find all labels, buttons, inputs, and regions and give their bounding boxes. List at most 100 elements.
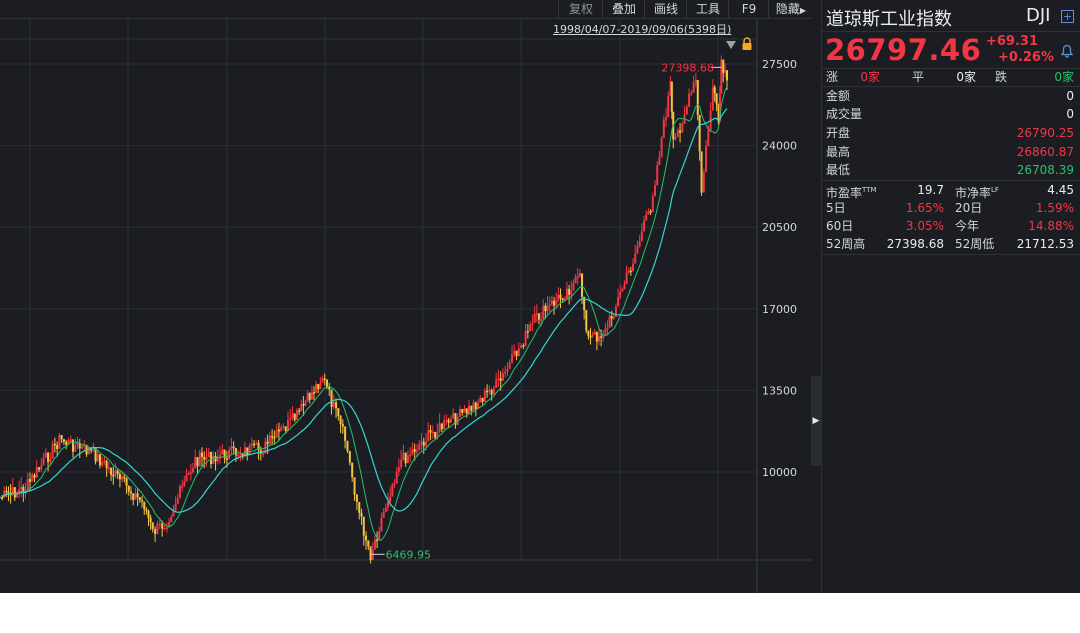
candle-body [576,276,579,278]
overlay-button[interactable]: 叠加 [602,0,645,18]
candle-body [449,418,452,423]
candle-body [114,470,117,476]
candle-body [555,300,558,306]
candle-body [499,378,502,381]
candle-body [151,522,154,529]
candle-body [332,402,335,407]
candle-body [280,427,283,432]
y-tick-label: 13500 [762,384,797,397]
candle-body [391,484,394,497]
candle-body [574,276,577,284]
candle-body [640,231,643,242]
candle-body [600,336,603,338]
week52-row: 52周高 27398.68 52周低 21712.53 [822,235,1080,253]
lock-icon[interactable] [741,37,753,51]
chart-canvas[interactable]: 27500 24000 20500 17000 13500 10000 27398.68 64… [0,19,812,593]
candle-body [337,408,340,417]
decline-label: 跌 [995,70,1008,84]
candle-body [319,382,322,390]
range-dropdown-icon[interactable] [726,41,736,49]
w52h-label: 52周高 [826,237,866,251]
candle-body [632,263,635,272]
candle-body [724,70,727,73]
candle-body [418,444,421,451]
draw-line-button[interactable]: 画线 [644,0,687,18]
candle-body [589,335,592,338]
candle-body [344,426,347,441]
candle-body [56,445,59,450]
candle-body [134,493,137,500]
candle-body [127,485,130,492]
date-range-label[interactable]: 1998/04/07-2019/09/06(5398日) [553,21,731,37]
candle-body [250,443,253,446]
decline-value: 0家 [1054,70,1074,84]
candle-body [326,379,329,388]
hide-button[interactable]: 隐藏▶ [768,0,813,18]
candle-body [542,305,545,320]
candle-body [339,416,342,425]
add-watchlist-icon[interactable]: + [1061,10,1074,23]
candle-body [674,136,677,140]
tools-button[interactable]: 工具 [686,0,729,18]
alert-bell-icon[interactable] [1060,44,1074,58]
candle-body [533,313,536,323]
candle-body [289,417,292,420]
candle-body [328,387,331,390]
candle-body [163,527,166,530]
candle-body [654,185,657,197]
candle-body [400,459,403,468]
app-window: 复权 叠加 画线 工具 F9 隐藏▶ 27500 24000 20500 17000 1… [0,0,1080,593]
kline-chart[interactable]: 27500 24000 20500 17000 13500 10000 27398.68 64… [0,19,812,593]
candle-body [207,451,210,458]
candle-body [156,523,159,535]
hide-button-label: 隐藏 [775,2,800,16]
return-row-1: 5日 1.65% 20日 1.59% [822,199,1080,217]
candle-body [679,130,682,133]
candle-body [44,452,47,458]
candle-body [149,517,152,523]
candle-body [660,138,663,158]
candle-body [367,540,370,547]
d60-value: 3.05% [905,219,944,233]
return-row-2: 60日 3.05% 今年 14.88% [822,217,1080,235]
candle-body [192,468,195,473]
candle-body [302,403,305,406]
candle-body [234,447,237,456]
candle-body [210,451,213,464]
candle-body [511,354,514,363]
candle-body [578,273,581,277]
flat-value: 0家 [956,70,976,84]
price-change-percent: +0.26% [998,50,1054,65]
candle-body [230,446,233,451]
candle-body [694,80,697,83]
candle-body [606,327,609,330]
candle-body [116,470,119,475]
candle-body [537,313,540,320]
candle-body [559,294,562,299]
candle-body [434,431,437,438]
quote-panel: 道琼斯工业指数 DJI + 26797.46 +69.31 +0.26% 涨 0… [821,0,1080,593]
candle-body [360,512,363,517]
candle-body [591,334,594,337]
candle-body [382,511,385,518]
caret-right-icon: ▶ [812,416,820,426]
collapse-panel-toggle[interactable]: ▶ [811,376,821,466]
candle-body [393,483,396,486]
candle-body [317,384,320,390]
candle-body [384,507,387,512]
candle-body [296,410,299,420]
candle-body [625,272,628,285]
candle-body [154,528,157,535]
candle-body [110,467,113,475]
candle-body [713,87,716,94]
candle-body [474,402,477,410]
d5-value: 1.65% [905,201,944,215]
f9-button[interactable]: F9 [728,0,769,18]
candle-body [705,146,708,173]
restore-rights-button[interactable]: 复权 [558,0,603,18]
candle-body [647,211,650,215]
candle-body [300,403,303,412]
candle-body [306,392,309,402]
candle-body [203,456,206,460]
candle-body [284,426,287,431]
